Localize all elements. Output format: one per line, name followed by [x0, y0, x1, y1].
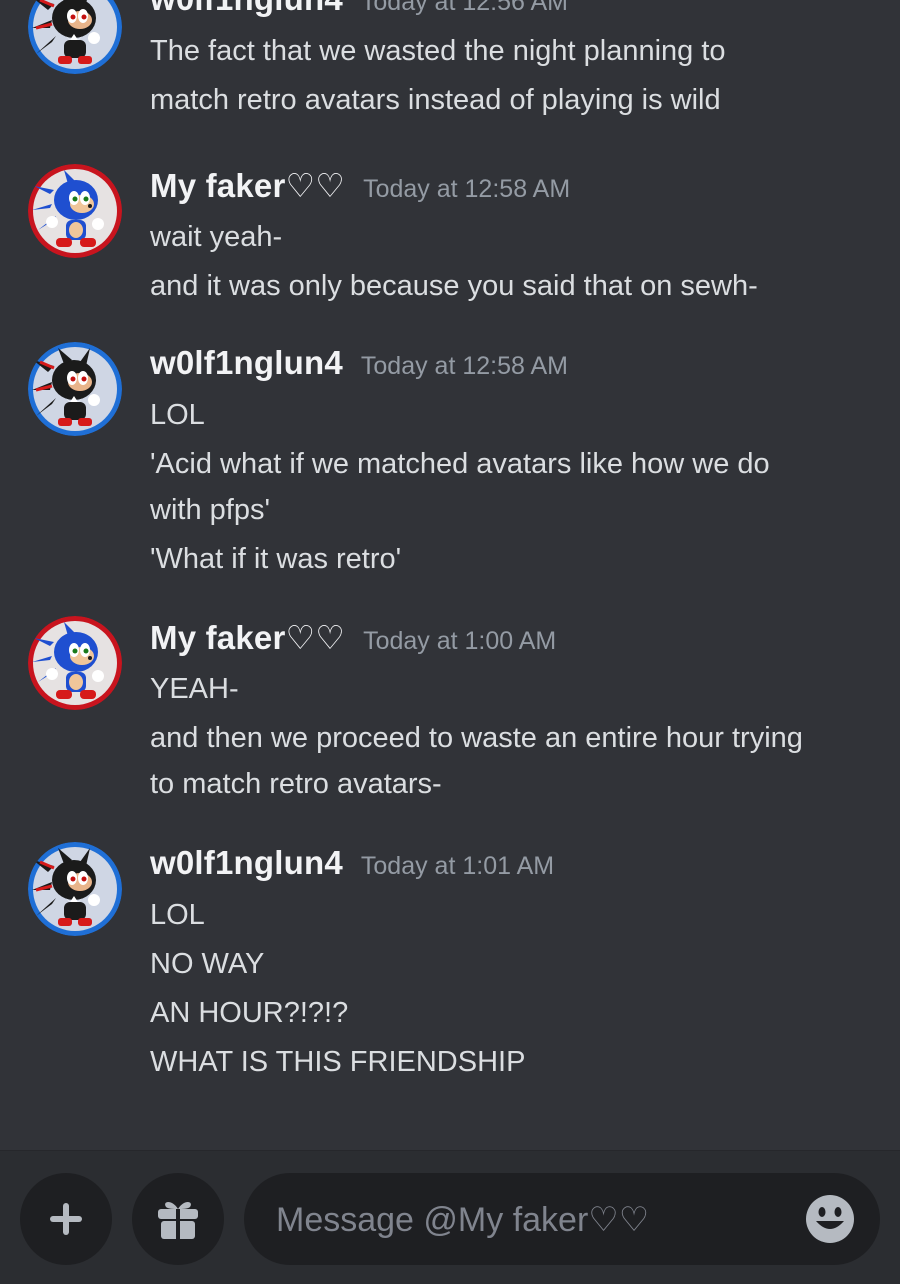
message-content: The fact that we wasted the night planni… [150, 28, 880, 126]
emoji-icon [806, 1195, 854, 1243]
message-line: YEAH- [150, 673, 239, 705]
username[interactable]: My faker♡♡ [150, 619, 345, 656]
plus-icon [50, 1203, 82, 1235]
message-line: AN HOUR?!?!? [150, 997, 349, 1029]
add-attachment-button[interactable] [20, 1173, 112, 1265]
message-line: LOL [150, 899, 205, 931]
message-line: and it was only because you said that on… [150, 270, 758, 302]
shadow-retro-avatar-icon [28, 342, 122, 436]
message-header: w0lf1nglun4 Today at 12:56 AM [150, 0, 568, 18]
message-line: to match retro avatars- [150, 768, 442, 800]
message-input[interactable] [274, 1173, 778, 1267]
message-line: NO WAY [150, 948, 265, 980]
avatar[interactable] [28, 342, 122, 436]
username[interactable]: w0lf1nglun4 [150, 0, 343, 17]
sonic-retro-avatar-icon [28, 616, 122, 710]
message-content: LOL NO WAY AN HOUR?!?!? WHAT IS THIS FRI… [150, 892, 880, 1088]
timestamp: Today at 12:58 AM [363, 175, 571, 203]
message-content: YEAH- and then we proceed to waste an en… [150, 666, 880, 810]
avatar[interactable] [28, 616, 122, 710]
message-header: My faker♡♡ Today at 1:00 AM [150, 618, 556, 657]
avatar[interactable] [28, 0, 122, 74]
timestamp: Today at 12:58 AM [360, 352, 568, 380]
timestamp: Today at 1:00 AM [363, 627, 557, 655]
message-content: wait yeah- and it was only because you s… [150, 214, 880, 312]
message-content: LOL 'Acid what if we matched avatars lik… [150, 392, 880, 585]
gift-button[interactable] [132, 1173, 224, 1265]
message-line: 'What if it was retro' [150, 543, 402, 575]
gift-icon [158, 1202, 198, 1239]
message-line: wait yeah- [150, 221, 283, 253]
message-line: and then we proceed to waste an entire h… [150, 722, 803, 754]
message-list: w0lf1nglun4 Today at 12:56 AM The fact th… [0, 0, 900, 1150]
username[interactable]: w0lf1nglun4 [150, 844, 343, 881]
message-line: with pfps' [150, 494, 270, 526]
message-line: match retro avatars instead of playing i… [150, 84, 721, 116]
username[interactable]: My faker♡♡ [150, 167, 345, 204]
message-header: w0lf1nglun4 Today at 1:01 AM [150, 844, 554, 882]
message-line: The fact that we wasted the night planni… [150, 35, 726, 67]
message-input-container[interactable] [244, 1173, 880, 1267]
message-line: LOL [150, 399, 205, 431]
message-composer [0, 1150, 900, 1284]
message-line: 'Acid what if we matched avatars like ho… [150, 448, 770, 480]
username[interactable]: w0lf1nglun4 [150, 344, 343, 381]
message-header: My faker♡♡ Today at 12:58 AM [150, 166, 570, 205]
emoji-button[interactable] [804, 1193, 856, 1245]
shadow-retro-avatar-icon [28, 0, 122, 74]
avatar[interactable] [28, 842, 122, 936]
message-header: w0lf1nglun4 Today at 12:58 AM [150, 344, 568, 382]
timestamp: Today at 12:56 AM [360, 0, 568, 16]
message-line: WHAT IS THIS FRIENDSHIP [150, 1046, 526, 1078]
sonic-retro-avatar-icon [28, 164, 122, 258]
avatar[interactable] [28, 164, 122, 258]
shadow-retro-avatar-icon [28, 842, 122, 936]
timestamp: Today at 1:01 AM [360, 852, 555, 880]
